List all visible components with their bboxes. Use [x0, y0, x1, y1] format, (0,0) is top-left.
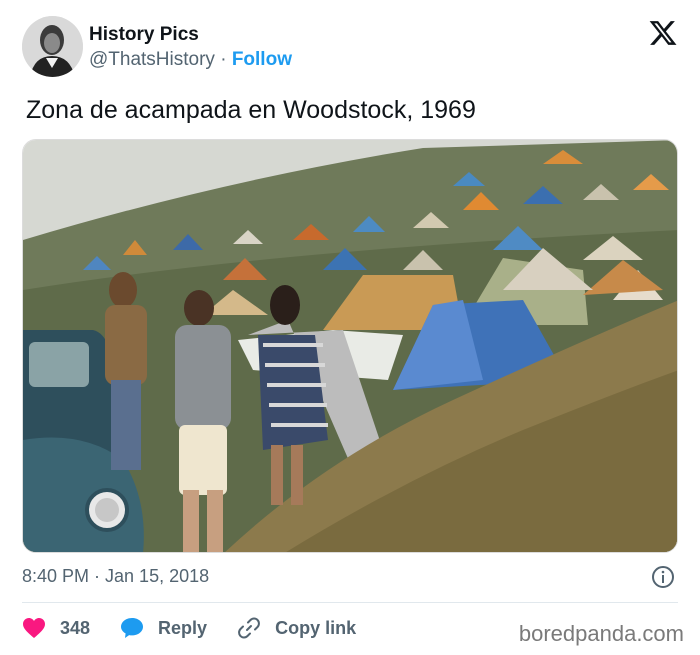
likes-count: 348 — [60, 617, 91, 638]
reply-label: Reply — [158, 617, 208, 638]
separator-dot: · — [220, 49, 227, 70]
link-icon — [238, 617, 260, 639]
avatar[interactable] — [22, 16, 83, 77]
tweet-photo[interactable] — [22, 139, 678, 553]
woodstock-campsite-photo — [23, 140, 677, 552]
tweet-text: Zona de acampada en Woodstock, 1969 — [26, 96, 476, 124]
reply-button[interactable]: Reply — [120, 617, 207, 639]
like-button[interactable]: 348 — [22, 617, 90, 639]
author-name[interactable]: History Pics — [89, 24, 199, 46]
divider — [22, 602, 678, 603]
watermark: boredpanda.com — [518, 621, 684, 646]
heart-icon — [23, 618, 45, 638]
tweet-actions: 348 Reply Copy link — [22, 614, 386, 642]
tweet-header: History Pics @ThatsHistory · Follow — [22, 16, 682, 78]
handle-row: @ThatsHistory · Follow — [89, 49, 292, 71]
tweet-timestamp[interactable]: 8:40 PM · Jan 15, 2018 — [22, 566, 209, 587]
copy-link-button[interactable]: Copy link — [237, 616, 356, 640]
reply-bubble-icon — [121, 618, 144, 638]
x-logo-icon[interactable] — [648, 18, 678, 48]
follow-button[interactable]: Follow — [232, 49, 292, 70]
author-handle[interactable]: @ThatsHistory — [89, 49, 215, 70]
info-icon[interactable] — [651, 565, 675, 589]
copy-link-label: Copy link — [275, 617, 357, 638]
